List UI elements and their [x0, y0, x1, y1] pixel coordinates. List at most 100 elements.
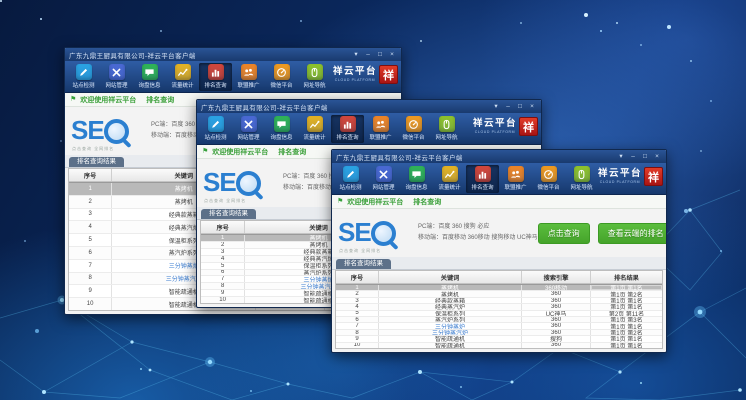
- cell-c1: 4: [69, 221, 112, 233]
- toolbar-item-site-check[interactable]: 站点检测: [67, 63, 100, 91]
- site-manage-icon: [241, 116, 257, 132]
- brand-subtitle: CLOUD PLATFORM: [475, 130, 515, 134]
- seo-tagline: 点击查询 全网排名: [204, 198, 246, 204]
- toolbar-item-traffic-stats[interactable]: 流量统计: [298, 115, 331, 143]
- toolbar-item-alliance-promo[interactable]: 联盟推广: [364, 115, 397, 143]
- brand-logo: 祥云平台 CLOUD PLATFORM 祥: [333, 65, 398, 84]
- site-nav-icon: [439, 116, 455, 132]
- toolbar-item-label: 微信平台: [537, 183, 559, 191]
- toolbar-item-inquiry-message[interactable]: 询盘信息: [400, 165, 433, 193]
- toolbar-item-alliance-promo[interactable]: 联盟推广: [499, 165, 532, 193]
- traffic-stats-icon: [175, 64, 191, 80]
- inquiry-message-icon: [274, 116, 290, 132]
- col-header-no: 序号: [336, 271, 379, 283]
- seo-logo: SE 点击查询 全网排名: [71, 113, 145, 149]
- toolbar-item-site-manage[interactable]: 网站管理: [232, 115, 265, 143]
- welcome-bar: ⚑ 欢迎使用祥云平台 排名查询: [332, 195, 666, 209]
- tab-ranking-results[interactable]: 排名查询结果: [201, 209, 256, 220]
- toolbar-items: 站点检测网站管理询盘信息流量统计 排名查询联盟推广微信平台 网址导航: [199, 115, 463, 143]
- toolbar-item-wechat-platform[interactable]: 微信平台: [265, 63, 298, 91]
- toolbar-item-ranking-query[interactable]: 排名查询: [331, 115, 364, 143]
- main-toolbar: 站点检测网站管理询盘信息流量统计 排名查询联盟推广微信平台 网址导航 祥云平台 CL…: [197, 113, 541, 145]
- window-title: 广东九鼎王厨具有限公司-祥云平台客户端: [69, 50, 196, 60]
- toolbar-item-alliance-promo[interactable]: 联盟推广: [232, 63, 265, 91]
- seo-logo: SE 点击查询 全网排名: [203, 165, 277, 201]
- traffic-stats-icon: [307, 116, 323, 132]
- toolbar-item-traffic-stats[interactable]: 流量统计: [166, 63, 199, 91]
- toolbar-item-site-manage[interactable]: 网站管理: [367, 165, 400, 193]
- toolbar-item-site-manage[interactable]: 网站管理: [100, 63, 133, 91]
- maximize-button[interactable]: □: [375, 50, 385, 60]
- cell-c1: 10: [336, 343, 379, 348]
- main-toolbar: 站点检测网站管理询盘信息流量统计排名查询联盟推广微信平台网址导航 祥云平台 CL…: [332, 163, 666, 195]
- toolbar-item-site-check[interactable]: 站点检测: [334, 165, 367, 193]
- view-cloud-ranking-button[interactable]: 查看云端的排名: [598, 223, 667, 244]
- toolbar-item-label: 网址导航: [435, 133, 457, 141]
- toolbar-item-label: 站点检测: [204, 133, 226, 141]
- toolbar-item-traffic-stats[interactable]: 流量统计: [433, 165, 466, 193]
- brand-name: 祥云平台: [333, 67, 377, 77]
- stars-decoration: [0, 0, 2, 2]
- toolbar-item-site-nav[interactable]: 网址导航: [298, 63, 331, 91]
- tab-ranking-results[interactable]: 排名查询结果: [69, 157, 124, 168]
- cell-c1: 8: [69, 273, 112, 285]
- site-check-icon: [208, 116, 224, 132]
- toolbar-item-label: 网站管理: [105, 81, 127, 89]
- cell-c1: 10: [201, 297, 245, 303]
- cell-c1: 3: [69, 209, 112, 221]
- toolbar-item-label: 流量统计: [438, 183, 460, 191]
- table-body: 1蒸烤机360移动第1页 第1名2蒸烤机360第1页 第2名3经典款蒸箱360第…: [336, 284, 662, 348]
- minimize-button[interactable]: –: [363, 50, 373, 60]
- table-row[interactable]: 10智能疏通机360第1页 第1名: [336, 342, 662, 348]
- seo-logo: SE 点击查询 全网排名: [338, 215, 412, 251]
- toolbar-item-ranking-query[interactable]: 排名查询: [199, 63, 232, 91]
- toolbar-item-site-nav[interactable]: 网址导航: [565, 165, 598, 193]
- close-button[interactable]: ×: [387, 50, 397, 60]
- magnifier-icon: [236, 171, 261, 196]
- brand-seal-icon: 祥: [644, 167, 663, 186]
- col-header-keyword: 关键词: [379, 271, 522, 283]
- toolbar-item-label: 流量统计: [303, 133, 325, 141]
- cell-c1: 2: [69, 196, 112, 208]
- app-window[interactable]: 广东九鼎王厨具有限公司-祥云平台客户端 ▾ – □ × 站点检测 网站管理询盘信息…: [331, 149, 667, 353]
- toolbar-item-label: 排名查询: [336, 133, 358, 141]
- toolbar-item-label: 联盟推广: [504, 183, 526, 191]
- toolbar-item-inquiry-message[interactable]: 询盘信息: [265, 115, 298, 143]
- brand-logo: 祥云平台 CLOUD PLATFORM 祥: [473, 117, 538, 136]
- toolbar-item-label: 网站管理: [372, 183, 394, 191]
- toolbar-item-wechat-platform[interactable]: 微信平台: [532, 165, 565, 193]
- brand-subtitle: CLOUD PLATFORM: [600, 180, 640, 184]
- window-title: 广东九鼎王厨具有限公司-祥云平台客户端: [336, 152, 463, 162]
- toolbar-item-label: 询盘信息: [138, 81, 160, 89]
- toolbar-item-ranking-query[interactable]: 排名查询: [466, 165, 499, 193]
- window-titlebar[interactable]: 广东九鼎王厨具有限公司-祥云平台客户端 ▾ – □ ×: [65, 48, 401, 61]
- maximize-button[interactable]: □: [640, 152, 650, 162]
- close-button[interactable]: ×: [652, 152, 662, 162]
- close-button[interactable]: ×: [527, 102, 537, 112]
- window-titlebar[interactable]: 广东九鼎王厨具有限公司-祥云平台客户端 ▾ – □ ×: [332, 150, 666, 163]
- window-titlebar[interactable]: 广东九鼎王厨具有限公司-祥云平台客户端 ▾ – □ ×: [197, 100, 541, 113]
- skin-button[interactable]: ▾: [351, 50, 361, 60]
- skin-button[interactable]: ▾: [616, 152, 626, 162]
- site-manage-icon: [109, 64, 125, 80]
- maximize-button[interactable]: □: [515, 102, 525, 112]
- toolbar-item-inquiry-message[interactable]: 询盘信息: [133, 63, 166, 91]
- toolbar-item-label: 微信平台: [402, 133, 424, 141]
- traffic-stats-icon: [442, 166, 458, 182]
- section-title: 排名查询: [413, 197, 441, 207]
- query-button[interactable]: 点击查询: [538, 223, 590, 244]
- cell-c1: 10: [69, 298, 112, 310]
- toolbar-item-label: 站点检测: [339, 183, 361, 191]
- cell-c1: 9: [69, 285, 112, 297]
- toolbar-item-label: 排名查询: [204, 81, 226, 89]
- mobile-engines-line: 移动端：百度移动 360移动 搜狗移动 UC神马: [418, 233, 538, 244]
- toolbar-item-wechat-platform[interactable]: 微信平台: [397, 115, 430, 143]
- tab-ranking-results[interactable]: 排名查询结果: [336, 259, 391, 270]
- minimize-button[interactable]: –: [628, 152, 638, 162]
- magnifier-icon: [371, 221, 396, 246]
- toolbar-item-site-check[interactable]: 站点检测: [199, 115, 232, 143]
- minimize-button[interactable]: –: [503, 102, 513, 112]
- toolbar-item-site-nav[interactable]: 网址导航: [430, 115, 463, 143]
- wechat-platform-icon: [274, 64, 290, 80]
- skin-button[interactable]: ▾: [491, 102, 501, 112]
